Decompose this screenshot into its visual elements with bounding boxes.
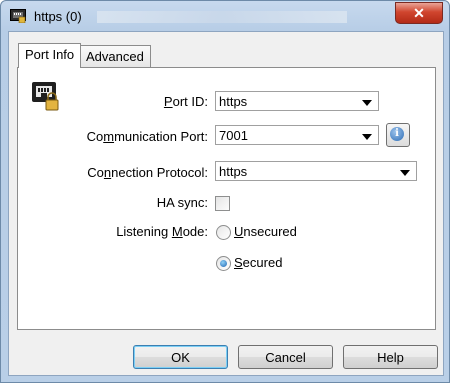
communication-port-value: 7001 — [219, 128, 248, 143]
chevron-down-icon — [362, 134, 372, 140]
port-icon — [10, 9, 26, 23]
blurred-title-region — [97, 11, 347, 23]
secured-radio[interactable] — [216, 256, 231, 271]
chevron-down-icon — [400, 170, 410, 176]
connection-protocol-value: https — [219, 164, 248, 179]
help-button[interactable]: Help — [343, 345, 438, 369]
ha-sync-label: HA sync: — [156, 195, 208, 210]
cancel-button[interactable]: Cancel — [238, 345, 333, 369]
communication-port-select[interactable]: 7001 — [215, 125, 379, 145]
info-icon: i — [390, 127, 404, 141]
window-title: https (0) — [34, 9, 82, 24]
port-id-select[interactable]: https — [215, 91, 379, 111]
info-button[interactable]: i — [386, 123, 410, 147]
close-icon: ✕ — [413, 5, 425, 21]
listening-mode-label: Listening Mode: — [116, 224, 208, 239]
ok-button[interactable]: OK — [133, 345, 228, 369]
connection-protocol-select[interactable]: https — [215, 161, 417, 181]
chevron-down-icon — [362, 100, 372, 106]
close-button[interactable]: ✕ — [395, 2, 443, 24]
ha-sync-checkbox[interactable] — [215, 196, 230, 211]
dialog-client-area: Port Info Advanced Port ID: https Commun… — [8, 31, 444, 376]
communication-port-label: Communication Port: — [86, 129, 208, 144]
title-bar[interactable]: https (0) ✕ — [1, 1, 449, 31]
tab-port-info[interactable]: Port Info — [18, 43, 82, 68]
port-info-panel: Port ID: https Communication Port: 7001 … — [17, 67, 436, 330]
unsecured-radio[interactable] — [216, 225, 231, 240]
dialog-window: https (0) ✕ Port Info Advanced Port ID: … — [0, 0, 450, 383]
secured-radio-label[interactable]: Secured — [234, 255, 282, 270]
connection-protocol-label: Connection Protocol: — [87, 165, 208, 180]
tab-label: Port Info — [25, 47, 75, 62]
port-id-label: Port ID: — [163, 94, 208, 109]
tab-label: Advanced — [86, 49, 144, 64]
port-lock-icon — [32, 82, 59, 111]
unsecured-radio-label[interactable]: Unsecured — [234, 224, 297, 239]
tab-advanced[interactable]: Advanced — [79, 45, 151, 68]
port-id-value: https — [219, 94, 248, 109]
